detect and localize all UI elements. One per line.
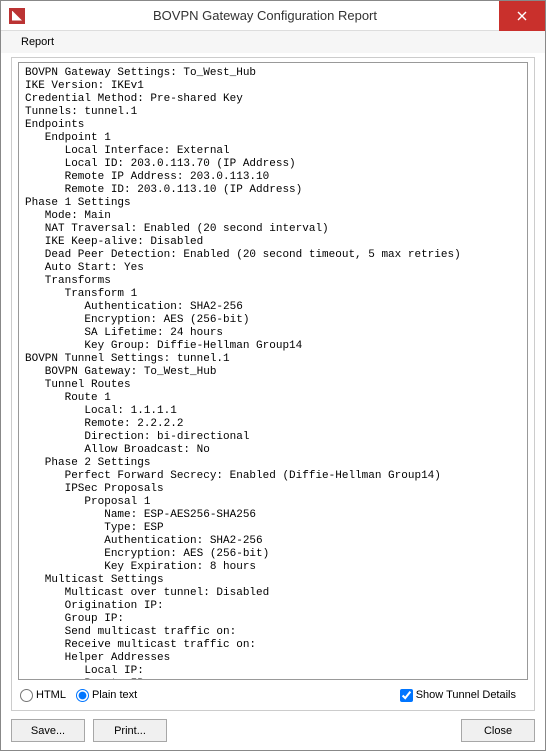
report-text-area[interactable]: BOVPN Gateway Settings: To_West_Hub IKE … <box>18 62 528 680</box>
radio-html[interactable]: HTML <box>20 689 66 702</box>
radio-plain[interactable]: Plain text <box>76 689 137 702</box>
close-icon[interactable] <box>499 1 545 31</box>
format-row: HTML Plain text Show Tunnel Details <box>20 684 526 706</box>
radio-html-input[interactable] <box>20 689 33 702</box>
radio-plain-input[interactable] <box>76 689 89 702</box>
report-groupbox: BOVPN Gateway Settings: To_West_Hub IKE … <box>11 57 535 711</box>
close-button[interactable]: Close <box>461 719 535 742</box>
checkbox-show-tunnel-label: Show Tunnel Details <box>416 689 516 701</box>
radio-plain-label: Plain text <box>92 689 137 701</box>
app-icon <box>9 8 25 24</box>
menu-bar: Report <box>1 31 545 53</box>
checkbox-show-tunnel-input[interactable] <box>400 689 413 702</box>
menu-report[interactable]: Report <box>13 34 62 50</box>
title-bar: BOVPN Gateway Configuration Report <box>1 1 545 31</box>
print-button[interactable]: Print... <box>93 719 167 742</box>
save-button[interactable]: Save... <box>11 719 85 742</box>
radio-html-label: HTML <box>36 689 66 701</box>
checkbox-show-tunnel[interactable]: Show Tunnel Details <box>400 689 516 702</box>
window-title: BOVPN Gateway Configuration Report <box>31 8 499 23</box>
button-row: Save... Print... Close <box>1 711 545 742</box>
